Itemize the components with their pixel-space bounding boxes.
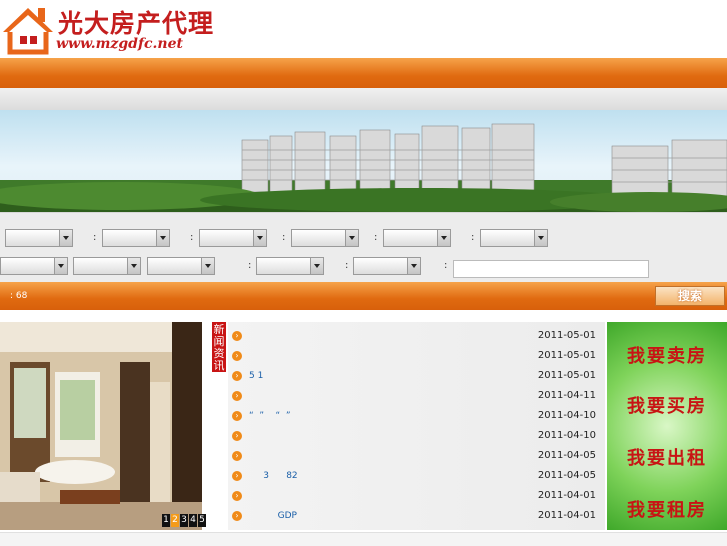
search-button[interactable]: 搜索 (655, 286, 725, 306)
rent-house-link[interactable]: 我要租房 (627, 496, 707, 522)
chevron-down-icon (534, 230, 547, 246)
field-label: : (444, 260, 448, 271)
arrow-right-icon: › (232, 331, 242, 341)
search-select-4[interactable] (291, 229, 359, 247)
search-select-10[interactable] (256, 257, 324, 275)
search-select-3[interactable] (199, 229, 267, 247)
arrow-right-icon: › (232, 491, 242, 501)
chevron-down-icon (437, 230, 450, 246)
search-select-8[interactable] (73, 257, 141, 275)
search-select-6[interactable] (480, 229, 548, 247)
news-item[interactable]: › 2011-05-01 (232, 346, 604, 366)
news-item[interactable]: › GDP 2011-04-01 (232, 506, 604, 526)
news-title[interactable]: GDP (249, 511, 297, 521)
search-select-9[interactable] (147, 257, 215, 275)
news-title[interactable]: 5 1 (249, 371, 263, 381)
news-date: 2011-05-01 (537, 350, 596, 361)
arrow-right-icon: › (232, 411, 242, 421)
sell-house-link[interactable]: 我要卖房 (627, 342, 707, 368)
news-section-label: 新闻资讯 (212, 322, 226, 372)
photo-pager: 12345 (161, 514, 206, 528)
arrow-right-icon: › (232, 351, 242, 361)
news-title[interactable]: 3 82 (249, 471, 297, 481)
house-logo-icon (3, 8, 53, 55)
search-select-7[interactable] (0, 257, 68, 275)
news-item[interactable]: › 5 1 2011-05-01 (232, 366, 604, 386)
search-select-11[interactable] (353, 257, 421, 275)
news-date: 2011-04-11 (537, 390, 596, 401)
pager-page-1[interactable]: 1 (162, 514, 170, 527)
logo-url: www.mzgdfc.net (56, 36, 183, 52)
field-label: : (248, 260, 252, 271)
interior-photo-image (0, 322, 202, 530)
news-date: 2011-04-05 (537, 450, 596, 461)
field-label: : (190, 232, 194, 243)
search-select-5[interactable] (383, 229, 451, 247)
chevron-down-icon (345, 230, 358, 246)
chevron-down-icon (201, 258, 214, 274)
search-select-2[interactable] (102, 229, 170, 247)
field-label: : (93, 232, 97, 243)
arrow-right-icon: › (232, 371, 242, 381)
field-label: : (345, 260, 349, 271)
arrow-right-icon: › (232, 391, 242, 401)
news-date: 2011-04-01 (537, 510, 596, 521)
quick-links-panel: 我要卖房 我要买房 我要出租 我要租房 (607, 322, 727, 530)
news-item[interactable]: › “ ” “ ” 2011-04-10 (232, 406, 604, 426)
news-list: › 2011-05-01 › 2011-05-01 › 5 1 2011-05-01 ›… (232, 326, 604, 526)
field-label: : (374, 232, 378, 243)
chevron-down-icon (54, 258, 67, 274)
field-label: : (282, 232, 286, 243)
search-select-1[interactable] (5, 229, 73, 247)
city-skyline-image (0, 123, 727, 212)
news-date: 2011-05-01 (537, 330, 596, 341)
chevron-down-icon (253, 230, 266, 246)
header: 光大房产代理 www.mzgdfc.net (0, 0, 727, 58)
logo[interactable]: 光大房产代理 www.mzgdfc.net (0, 0, 216, 58)
banner-image (0, 110, 727, 212)
news-item[interactable]: › 3 82 2011-04-05 (232, 466, 604, 486)
pager-page-4[interactable]: 4 (189, 514, 197, 527)
chevron-down-icon (310, 258, 323, 274)
chevron-down-icon (127, 258, 140, 274)
featured-photo[interactable] (0, 322, 202, 530)
news-item[interactable]: › 2011-04-11 (232, 386, 604, 406)
arrow-right-icon: › (232, 451, 242, 461)
news-item[interactable]: › 2011-05-01 (232, 326, 604, 346)
listing-count: : 68 (10, 291, 28, 301)
news-date: 2011-04-10 (537, 410, 596, 421)
sub-nav-bar (0, 88, 727, 110)
news-title[interactable]: “ ” “ ” (249, 411, 291, 421)
chevron-down-icon (407, 258, 420, 274)
pager-page-3[interactable]: 3 (180, 514, 188, 527)
news-item[interactable]: › 2011-04-01 (232, 486, 604, 506)
buy-house-link[interactable]: 我要买房 (627, 392, 707, 418)
chevron-down-icon (156, 230, 169, 246)
footer-strip (0, 532, 727, 546)
pager-page-2[interactable]: 2 (171, 514, 179, 527)
arrow-right-icon: › (232, 511, 242, 521)
field-label: : (471, 232, 475, 243)
search-bar-strip (0, 282, 727, 310)
chevron-down-icon (59, 230, 72, 246)
news-date: 2011-04-01 (537, 490, 596, 501)
main-nav-bar (0, 58, 727, 88)
rent-out-link[interactable]: 我要出租 (627, 444, 707, 470)
pager-page-5[interactable]: 5 (198, 514, 206, 527)
news-date: 2011-05-01 (537, 370, 596, 381)
arrow-right-icon: › (232, 431, 242, 441)
news-date: 2011-04-10 (537, 430, 596, 441)
keyword-input[interactable] (453, 260, 649, 278)
news-date: 2011-04-05 (537, 470, 596, 481)
logo-text: 光大房产代理 (58, 9, 215, 38)
news-item[interactable]: › 2011-04-10 (232, 426, 604, 446)
arrow-right-icon: › (232, 471, 242, 481)
news-item[interactable]: › 2011-04-05 (232, 446, 604, 466)
